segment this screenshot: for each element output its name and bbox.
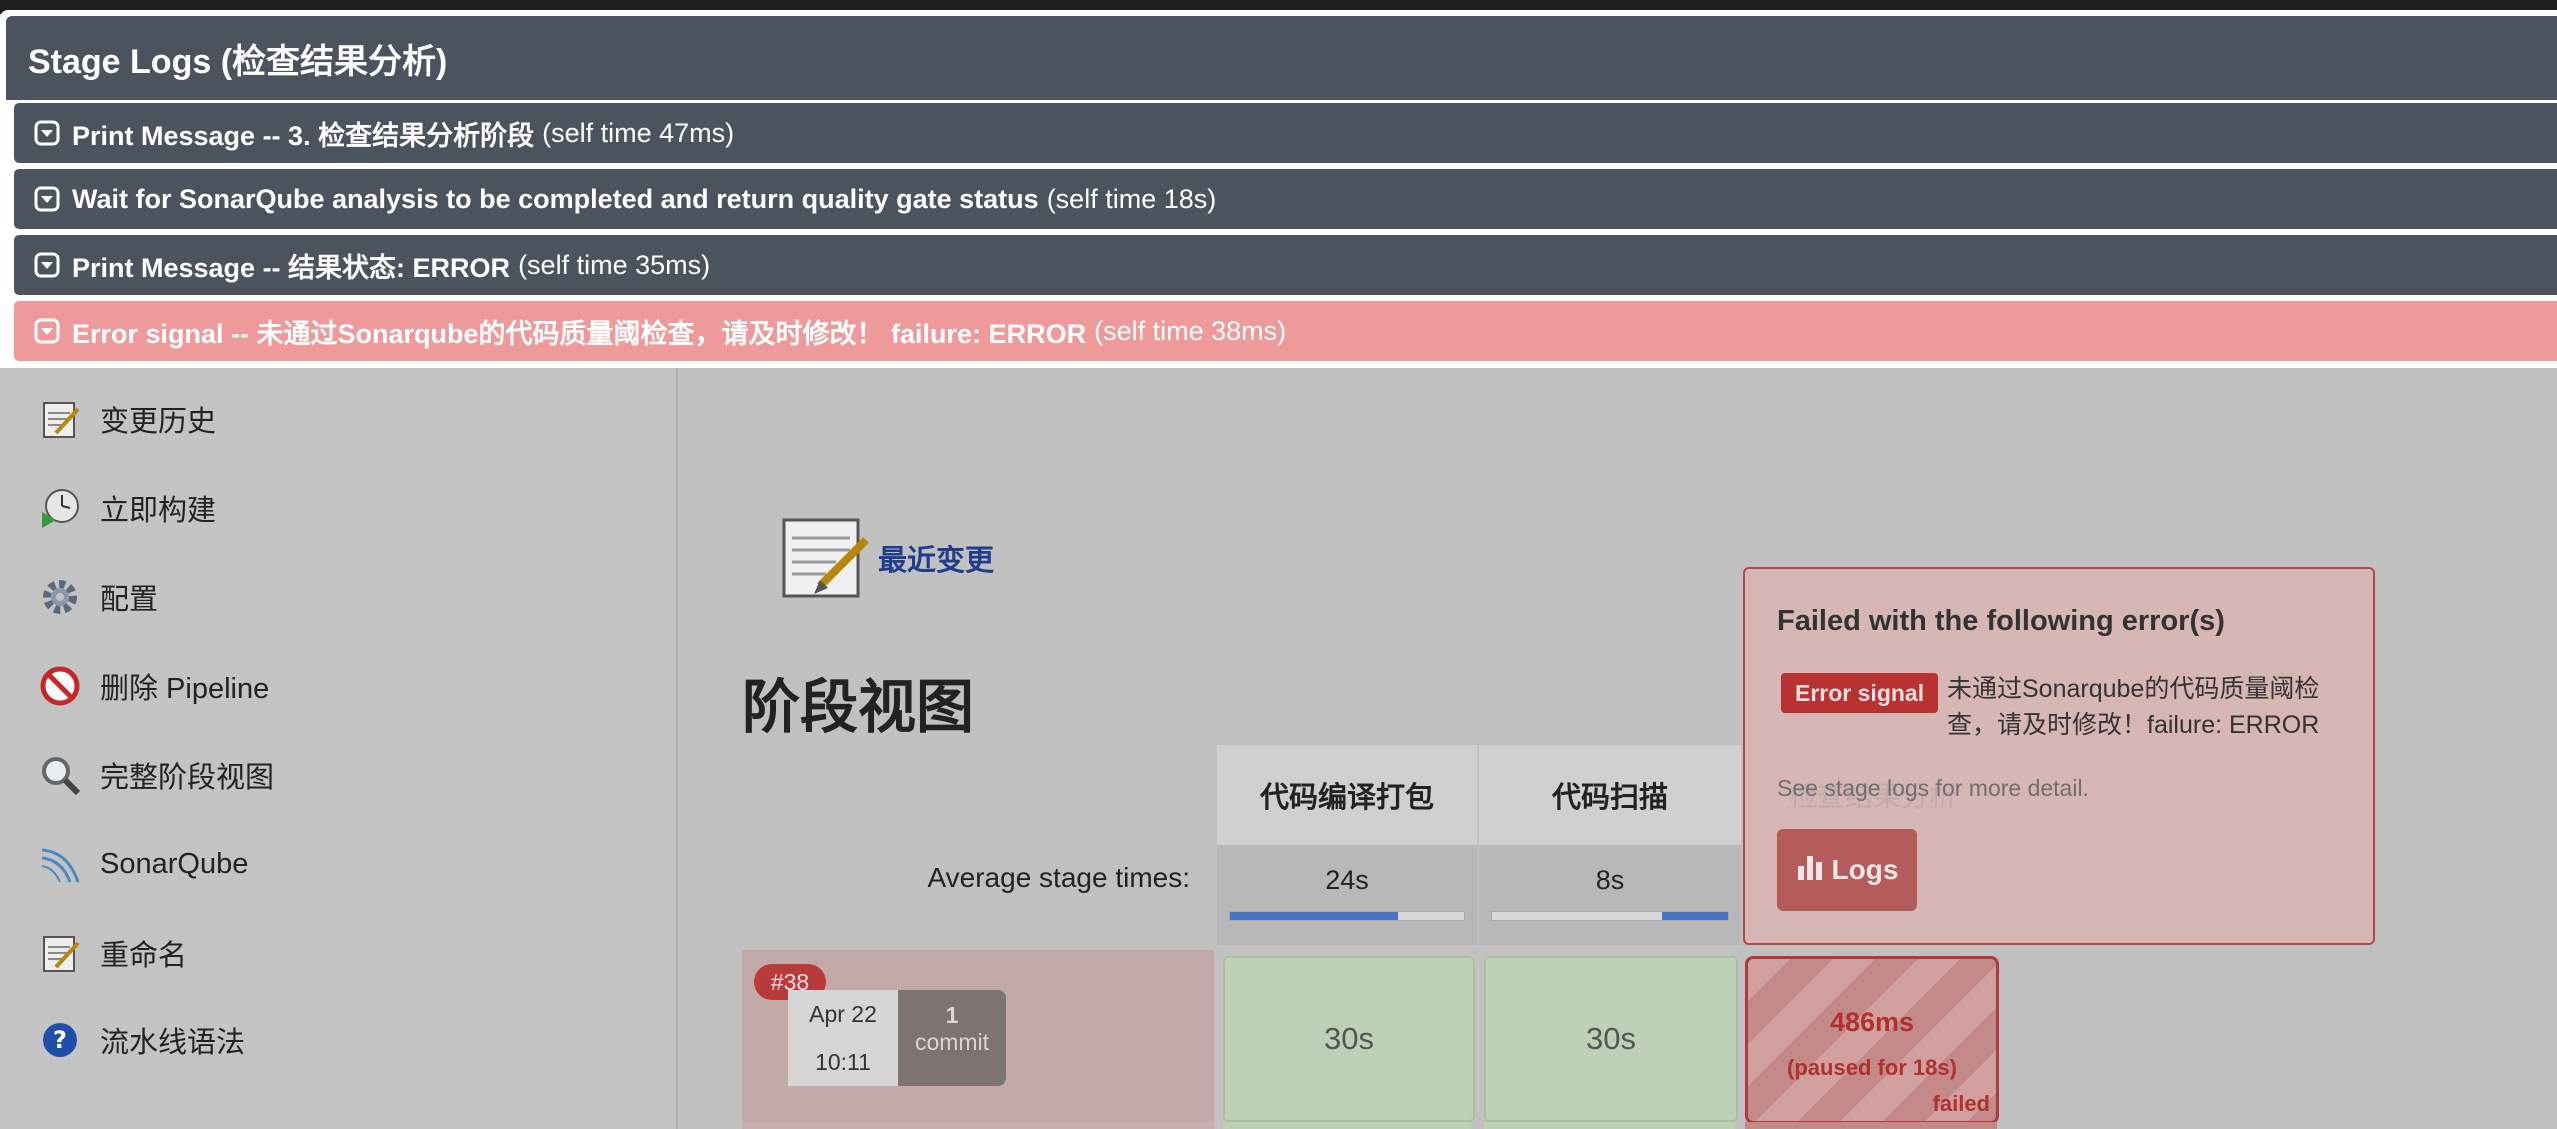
error-popover: Failed with the following error(s) Error… (1743, 567, 2375, 945)
build-clock-icon (36, 484, 84, 532)
log-self-time: (self time 35ms) (518, 249, 711, 280)
expand-toggle-icon (34, 120, 60, 146)
sidebar-item-rename[interactable]: 重命名 (36, 926, 187, 980)
log-step: Error signal -- 未通过Sonarqube的代码质量阈检查，请及时… (72, 318, 1087, 349)
expand-toggle-icon (34, 186, 60, 212)
prohibited-icon (36, 662, 84, 710)
log-step: Wait for SonarQube analysis to be comple… (72, 183, 1039, 214)
expand-toggle-icon (34, 318, 60, 344)
sidebar-item-label: 流水线语法 (100, 1027, 246, 1059)
modal-header: Stage Logs (检查结果分析) (6, 16, 2557, 100)
notepad-icon (36, 395, 84, 443)
svg-text:?: ? (53, 1026, 67, 1054)
build-date-day: Apr 22 (809, 1001, 877, 1027)
avg-time-scan: 8s (1479, 845, 1741, 945)
avg-time-bar (1491, 911, 1729, 921)
recent-changes-link[interactable]: 最近变更 (780, 510, 994, 605)
next-row-cell (1484, 1122, 1734, 1129)
expand-toggle-icon (34, 252, 60, 278)
avg-time-value: 24s (1325, 865, 1369, 895)
sidebar-item-configure[interactable]: 配置 (36, 570, 158, 624)
log-row[interactable]: Wait for SonarQube analysis to be comple… (14, 169, 2557, 229)
sidebar-item-label: 变更历史 (100, 406, 217, 438)
error-message: 未通过Sonarqube的代码质量阈检查，请及时修改！failure: ERRO… (1947, 675, 2320, 739)
sidebar-item-change-history[interactable]: 变更历史 (36, 392, 216, 446)
stage-cell-scan[interactable]: 30s (1484, 956, 1738, 1122)
sonarqube-icon (36, 840, 84, 888)
build-date-time: 10:11 (815, 1049, 871, 1075)
avg-time-bar-fill (1661, 912, 1728, 920)
recent-changes-label: 最近变更 (878, 544, 995, 577)
log-self-time: (self time 18s) (1046, 183, 1217, 214)
notepad-icon (36, 929, 84, 977)
log-row[interactable]: Print Message -- 结果状态: ERROR (self time … (14, 235, 2557, 295)
magnifier-icon (36, 751, 84, 799)
stage-header-scan: 代码扫描 (1479, 745, 1741, 845)
failed-duration: 486ms (1829, 1007, 1915, 1037)
sidebar-item-pipeline-syntax[interactable]: ? 流水线语法 (36, 1013, 245, 1067)
commit-label: commit (914, 1029, 990, 1055)
logs-button-label: Logs (1831, 854, 1899, 885)
commit-count: 1 (945, 1002, 959, 1028)
bar-chart-icon (1796, 854, 1832, 887)
next-build-row (742, 1122, 1214, 1129)
build-date: Apr 22 10:11 (788, 990, 898, 1086)
stage-cell-result-failed[interactable]: 486ms (paused for 18s) failed (1745, 956, 1999, 1124)
see-stage-logs-text: See stage logs for more detail. (1777, 775, 2089, 801)
sidebar-item-delete-pipeline[interactable]: 删除 Pipeline (36, 659, 269, 713)
sidebar-item-label: 重命名 (100, 940, 188, 972)
sidebar-item-label: 配置 (100, 584, 159, 616)
stage-header-compile: 代码编译打包 (1217, 745, 1477, 845)
build-commit-count[interactable]: 1 commit (898, 990, 1006, 1086)
log-self-time: (self time 47ms) (542, 117, 735, 148)
avg-time-value: 8s (1595, 865, 1625, 895)
gear-icon (36, 573, 84, 621)
avg-time-bar (1229, 911, 1465, 921)
sidebar-item-label: 删除 Pipeline (100, 673, 270, 705)
help-icon: ? (36, 1016, 84, 1064)
sidebar-item-label: SonarQube (100, 847, 249, 880)
logs-button[interactable]: Logs (1777, 829, 1917, 911)
sidebar-item-build-now[interactable]: 立即构建 (36, 481, 216, 535)
paused-time: (paused for 18s) (1787, 1055, 1957, 1080)
stage-view-title: 阶段视图 (742, 675, 975, 740)
modal-title: Stage Logs (检查结果分析) (28, 42, 448, 81)
next-row-cell (1223, 1122, 1471, 1129)
failed-status: failed (1932, 1091, 1990, 1116)
average-stage-times-label: Average stage times: (927, 862, 1190, 893)
log-self-time: (self time 38ms) (1094, 315, 1287, 346)
avg-time-bar-fill (1230, 912, 1399, 920)
sidebar-item-full-stage-view[interactable]: 完整阶段视图 (36, 748, 274, 802)
sidebar-item-sonarqube[interactable]: SonarQube (36, 837, 248, 891)
avg-time-compile: 24s (1217, 845, 1477, 945)
stage-logs-modal: Stage Logs (检查结果分析) Print Message -- 3. … (0, 10, 2557, 368)
log-step: Print Message -- 结果状态: ERROR (72, 252, 511, 283)
notepad-icon (780, 510, 870, 605)
error-signal-badge: Error signal (1781, 673, 1939, 713)
error-popover-header: Failed with the following error(s) (1777, 605, 2225, 637)
log-row-error[interactable]: Error signal -- 未通过Sonarqube的代码质量阈检查，请及时… (14, 301, 2557, 361)
log-row[interactable]: Print Message -- 3. 检查结果分析阶段 (self time … (14, 103, 2557, 163)
stage-cell-compile[interactable]: 30s (1223, 956, 1475, 1122)
log-step: Print Message -- 3. 检查结果分析阶段 (72, 120, 535, 151)
sidebar-item-label: 完整阶段视图 (100, 762, 275, 794)
next-row-cell (1745, 1122, 1997, 1129)
sidebar-item-label: 立即构建 (100, 495, 217, 527)
